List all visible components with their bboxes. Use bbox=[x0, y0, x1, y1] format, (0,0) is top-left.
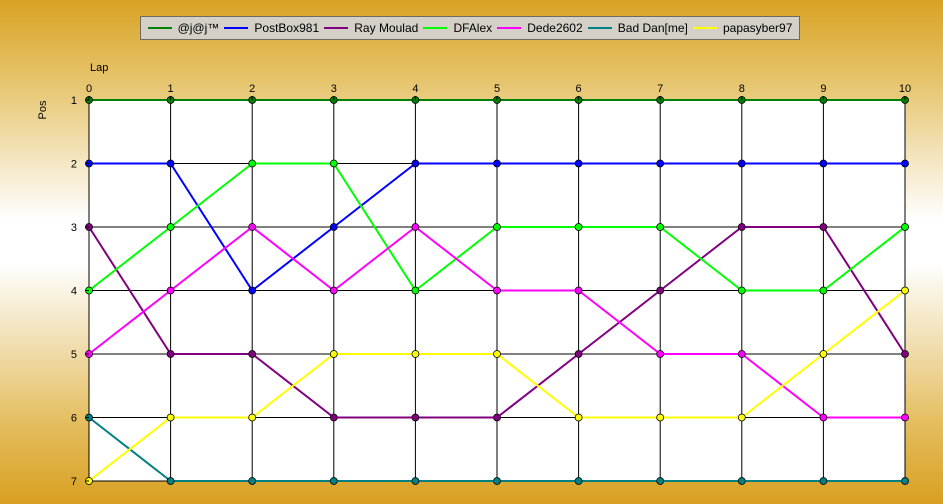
series-point-3-3 bbox=[329, 159, 338, 168]
series-point-5-7 bbox=[656, 477, 665, 485]
chart-plot: 0 1 2 3 4 5 6 7 8 9 101234567 Lap Pos bbox=[37, 62, 911, 488]
series-point-5-2 bbox=[248, 477, 257, 485]
series-point-6-9 bbox=[819, 350, 828, 358]
series-point-4-7 bbox=[656, 350, 665, 358]
series-point-5-1 bbox=[166, 477, 175, 485]
series-point-3-9 bbox=[819, 286, 828, 295]
series-point-4-9 bbox=[819, 413, 828, 422]
series-point-5-3 bbox=[329, 477, 338, 485]
series-point-4-6 bbox=[574, 286, 583, 295]
series-point-2-5 bbox=[493, 413, 501, 422]
series-point-2-8 bbox=[737, 223, 746, 231]
series-point-5-8 bbox=[737, 477, 746, 485]
series-point-5-6 bbox=[574, 477, 583, 485]
series-point-6-6 bbox=[574, 413, 583, 422]
y-tick-label-6: 7 bbox=[71, 476, 77, 488]
series-point-1-1 bbox=[166, 159, 175, 168]
series-point-4-2 bbox=[248, 223, 257, 231]
series-point-3-1 bbox=[166, 223, 175, 231]
y-tick-label-5: 6 bbox=[71, 413, 77, 425]
y-tick-label-2: 3 bbox=[71, 222, 77, 234]
series-point-6-7 bbox=[656, 413, 665, 422]
series-point-1-9 bbox=[819, 159, 828, 168]
series-point-4-8 bbox=[737, 350, 746, 358]
series-point-4-4 bbox=[411, 223, 420, 231]
x-tick-label-9: 9 bbox=[820, 83, 826, 95]
series-point-3-2 bbox=[248, 159, 257, 168]
series-point-1-7 bbox=[656, 159, 665, 168]
x-tick-label-8: 8 bbox=[739, 83, 745, 95]
series-point-1-5 bbox=[493, 159, 501, 168]
series-point-4-3 bbox=[329, 286, 338, 295]
series-point-6-2 bbox=[248, 413, 257, 422]
series-point-6-4 bbox=[411, 350, 420, 358]
series-point-5-10 bbox=[901, 477, 909, 485]
series-point-2-1 bbox=[166, 350, 175, 358]
y-tick-label-3: 4 bbox=[71, 286, 77, 298]
x-tick-label-2: 2 bbox=[249, 83, 255, 95]
series-point-2-3 bbox=[329, 413, 338, 422]
series-point-3-10 bbox=[901, 223, 909, 231]
series-point-6-1 bbox=[166, 413, 175, 422]
series-point-6-10 bbox=[901, 286, 909, 295]
y-tick-label-1: 2 bbox=[71, 159, 77, 171]
series-point-1-2 bbox=[248, 286, 257, 295]
x-tick-label-10: 10 bbox=[899, 83, 911, 95]
series-point-2-4 bbox=[411, 413, 420, 422]
x-tick-label-7: 7 bbox=[657, 83, 663, 95]
series-point-2-10 bbox=[901, 350, 909, 358]
series-point-1-4 bbox=[411, 159, 420, 168]
x-axis-title: Lap bbox=[90, 62, 108, 74]
series-point-5-9 bbox=[819, 477, 828, 485]
series-point-1-6 bbox=[574, 159, 583, 168]
series-point-6-5 bbox=[493, 350, 501, 358]
x-tick-label-5: 5 bbox=[494, 83, 500, 95]
series-point-2-7 bbox=[656, 286, 665, 295]
series-point-2-2 bbox=[248, 350, 257, 358]
y-tick-label-0: 1 bbox=[71, 95, 77, 107]
series-point-3-5 bbox=[493, 223, 501, 231]
x-tick-label-4: 4 bbox=[412, 83, 418, 95]
series-point-6-3 bbox=[329, 350, 338, 358]
series-point-1-3 bbox=[329, 223, 338, 231]
series-point-3-8 bbox=[737, 286, 746, 295]
series-point-4-5 bbox=[493, 286, 501, 295]
x-tick-label-0: 0 bbox=[86, 83, 92, 95]
series-point-3-7 bbox=[656, 223, 665, 231]
x-tick-label-6: 6 bbox=[576, 83, 582, 95]
x-tick-label-1: 1 bbox=[168, 83, 174, 95]
series-point-3-4 bbox=[411, 286, 420, 295]
series-point-5-4 bbox=[411, 477, 420, 485]
x-tick-label-3: 3 bbox=[331, 83, 337, 95]
series-point-1-8 bbox=[737, 159, 746, 168]
series-point-4-1 bbox=[166, 286, 175, 295]
series-point-4-10 bbox=[901, 413, 909, 422]
series-point-1-10 bbox=[901, 159, 909, 168]
series-point-5-5 bbox=[493, 477, 501, 485]
series-point-3-6 bbox=[574, 223, 583, 231]
y-axis-title: Pos bbox=[37, 100, 49, 119]
series-point-2-6 bbox=[574, 350, 583, 358]
series-point-6-8 bbox=[737, 413, 746, 422]
y-tick-label-4: 5 bbox=[71, 349, 77, 361]
series-point-2-9 bbox=[819, 223, 828, 231]
